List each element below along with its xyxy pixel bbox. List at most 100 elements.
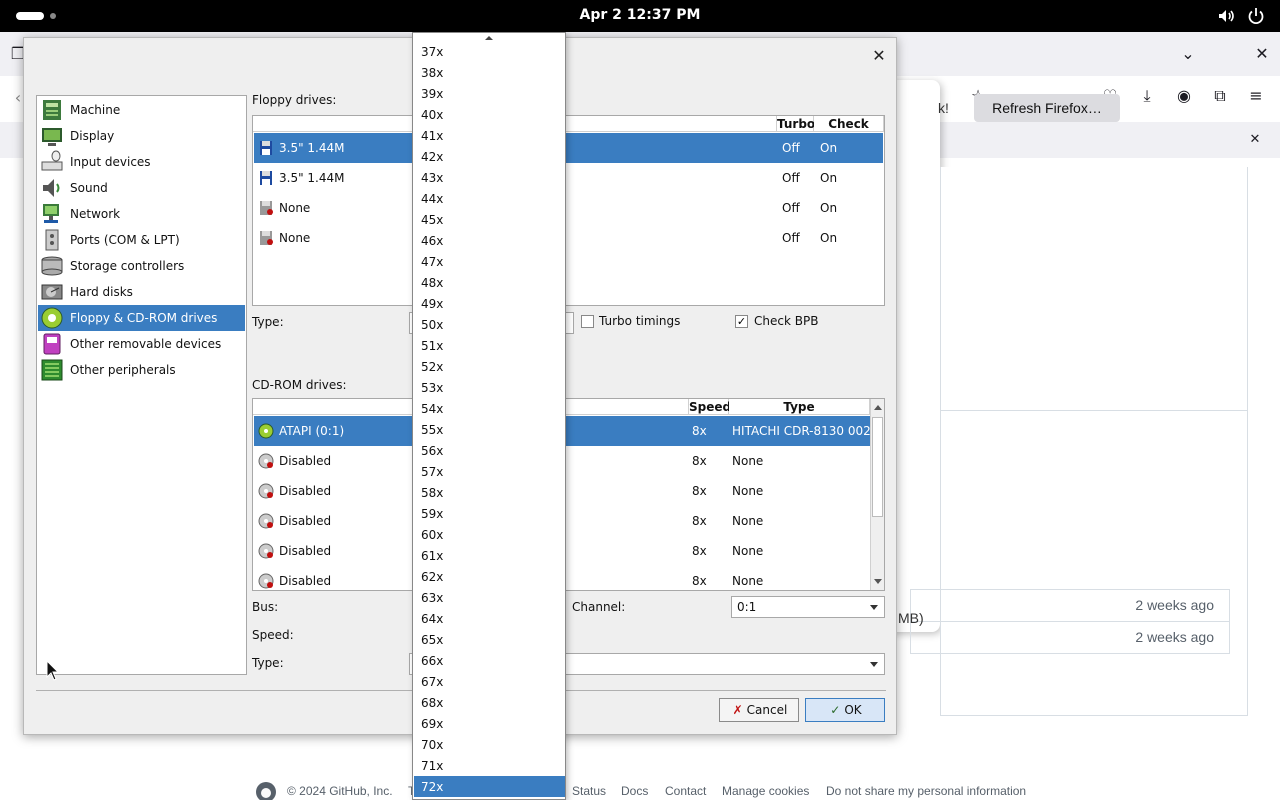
volume-icon[interactable] bbox=[1216, 6, 1236, 26]
notification-text: k! bbox=[938, 100, 949, 116]
category-item-hard-disks[interactable]: Hard disks bbox=[38, 279, 245, 305]
list-tabs-icon[interactable]: ⌄ bbox=[1178, 44, 1198, 64]
speed-option[interactable]: 68x bbox=[414, 692, 565, 713]
table-row[interactable]: None Off On bbox=[254, 223, 883, 253]
speed-option[interactable]: 48x bbox=[414, 272, 565, 293]
category-item-network[interactable]: Network bbox=[38, 201, 245, 227]
speed-option[interactable]: 50x bbox=[414, 314, 565, 335]
list-item[interactable]: 2 weeks ago bbox=[910, 621, 1230, 654]
speed-option[interactable]: 47x bbox=[414, 251, 565, 272]
category-item-other-removable-devices[interactable]: Other removable devices bbox=[38, 331, 245, 357]
footer-link-contact[interactable]: Contact bbox=[665, 784, 706, 798]
speed-option[interactable]: 59x bbox=[414, 503, 565, 524]
speed-option[interactable]: 67x bbox=[414, 671, 565, 692]
speed-option[interactable]: 64x bbox=[414, 608, 565, 629]
channel-select[interactable]: 0:1 bbox=[731, 596, 885, 618]
check-bpb-checkbox[interactable]: ✓ bbox=[735, 315, 748, 328]
speed-option[interactable]: 46x bbox=[414, 230, 565, 251]
category-item-other-peripherals[interactable]: Other peripherals bbox=[38, 357, 245, 383]
window-close-icon[interactable]: ✕ bbox=[1252, 44, 1272, 64]
speed-option[interactable]: 61x bbox=[414, 545, 565, 566]
cancel-button[interactable]: ✗ Cancel bbox=[719, 698, 799, 722]
floppy-disabled-icon bbox=[260, 201, 273, 215]
menu-icon[interactable]: ≡ bbox=[1246, 86, 1266, 106]
downloads-icon[interactable]: ⤓ bbox=[1137, 86, 1157, 106]
speed-dropdown-list[interactable]: 37x 38x 39x 40x 41x 42x 43x 44x 45x 46x 47x 48x 49x 5… bbox=[412, 32, 566, 800]
scroll-up-icon[interactable] bbox=[874, 405, 882, 410]
scroll-up-icon[interactable] bbox=[485, 36, 493, 40]
footer-link-privacy[interactable]: Do not share my personal information bbox=[826, 784, 1026, 798]
category-item-storage-controllers[interactable]: Storage controllers bbox=[38, 253, 245, 279]
category-item-ports-com-lpt[interactable]: Ports (COM & LPT) bbox=[38, 227, 245, 253]
speed-option[interactable]: 66x bbox=[414, 650, 565, 671]
speed-option[interactable]: 56x bbox=[414, 440, 565, 461]
column-header-check-bpb[interactable]: Check BPB bbox=[814, 116, 884, 147]
speed-option[interactable]: 42x bbox=[414, 146, 565, 167]
speed-option[interactable]: 62x bbox=[414, 566, 565, 587]
speed-option[interactable]: 52x bbox=[414, 356, 565, 377]
speed-option[interactable]: 58x bbox=[414, 482, 565, 503]
clock[interactable]: Apr 2 12:37 PM bbox=[0, 7, 1280, 23]
scrollbar-thumb[interactable] bbox=[872, 417, 883, 517]
speed-option[interactable]: 39x bbox=[414, 83, 565, 104]
speed-value: 8x bbox=[692, 484, 707, 498]
speed-option[interactable]: 60x bbox=[414, 524, 565, 545]
speed-option[interactable]: 44x bbox=[414, 188, 565, 209]
speed-option[interactable]: 49x bbox=[414, 293, 565, 314]
speed-option[interactable]: 43x bbox=[414, 167, 565, 188]
category-item-machine[interactable]: Machine bbox=[38, 97, 245, 123]
speed-option[interactable]: 65x bbox=[414, 629, 565, 650]
speed-option[interactable]: 55x bbox=[414, 419, 565, 440]
floppy-cdrom-icon bbox=[41, 307, 63, 329]
footer-link-status[interactable]: Status bbox=[572, 784, 606, 798]
category-item-sound[interactable]: Sound bbox=[38, 175, 245, 201]
category-item-input-devices[interactable]: Input devices bbox=[38, 149, 245, 175]
speed-option[interactable]: 51x bbox=[414, 335, 565, 356]
cdrom-scrollbar[interactable] bbox=[870, 399, 884, 590]
speed-option[interactable]: 37x bbox=[414, 41, 565, 62]
speed-option[interactable]: 57x bbox=[414, 461, 565, 482]
speed-option[interactable]: 72x bbox=[414, 776, 565, 797]
speed-option[interactable]: 69x bbox=[414, 713, 565, 734]
speed-option[interactable]: 71x bbox=[414, 755, 565, 776]
speed-option[interactable]: 38x bbox=[414, 62, 565, 83]
type-value: None bbox=[732, 484, 764, 498]
notification-close-icon[interactable]: ✕ bbox=[1245, 130, 1265, 150]
category-item-floppy-cd-rom-drives[interactable]: Floppy & CD-ROM drives bbox=[38, 305, 245, 331]
speed-option[interactable]: 54x bbox=[414, 398, 565, 419]
speed-option[interactable]: 40x bbox=[414, 104, 565, 125]
speed-option-label: 72x bbox=[421, 780, 444, 794]
dialog-close-icon[interactable]: ✕ bbox=[871, 48, 887, 64]
category-item-display[interactable]: Display bbox=[38, 123, 245, 149]
speed-option[interactable]: 63x bbox=[414, 587, 565, 608]
bus-value: Disabled bbox=[279, 484, 332, 498]
footer-link-docs[interactable]: Docs bbox=[621, 784, 648, 798]
top-bar: Apr 2 12:37 PM bbox=[0, 0, 1280, 32]
speed-option[interactable]: 53x bbox=[414, 377, 565, 398]
category-label: Input devices bbox=[70, 155, 151, 169]
speed-option-label: 58x bbox=[421, 486, 444, 500]
list-item[interactable]: 2 weeks ago bbox=[910, 589, 1230, 622]
column-header-speed[interactable]: Speed bbox=[689, 399, 731, 415]
account-icon[interactable]: ◉ bbox=[1174, 86, 1194, 106]
power-icon[interactable] bbox=[1246, 6, 1266, 26]
github-logo-icon[interactable] bbox=[255, 781, 277, 800]
refresh-firefox-button[interactable]: Refresh Firefox… bbox=[974, 94, 1120, 122]
column-header-type[interactable]: Type bbox=[729, 399, 870, 415]
cdrom-disabled-icon bbox=[258, 513, 274, 529]
turbo-timings-checkbox[interactable] bbox=[581, 315, 594, 328]
footer-link-cookies[interactable]: Manage cookies bbox=[722, 784, 809, 798]
extensions-icon[interactable]: ⧉ bbox=[1210, 86, 1230, 106]
table-row[interactable]: None Off On bbox=[254, 193, 883, 223]
table-row[interactable]: 3.5" 1.44M Off On bbox=[254, 163, 883, 193]
table-row[interactable]: 3.5" 1.44M Off On bbox=[254, 133, 883, 163]
hard-disk-icon bbox=[41, 284, 63, 300]
ok-button[interactable]: ✓ OK bbox=[805, 698, 885, 722]
scroll-down-icon[interactable] bbox=[874, 579, 882, 584]
floppy-icon bbox=[260, 171, 272, 185]
speed-option[interactable]: 41x bbox=[414, 125, 565, 146]
column-header-turbo[interactable]: Turbo bbox=[777, 116, 815, 132]
speed-option[interactable]: 45x bbox=[414, 209, 565, 230]
speed-option[interactable]: 70x bbox=[414, 734, 565, 755]
speed-option-label: 59x bbox=[421, 507, 444, 521]
